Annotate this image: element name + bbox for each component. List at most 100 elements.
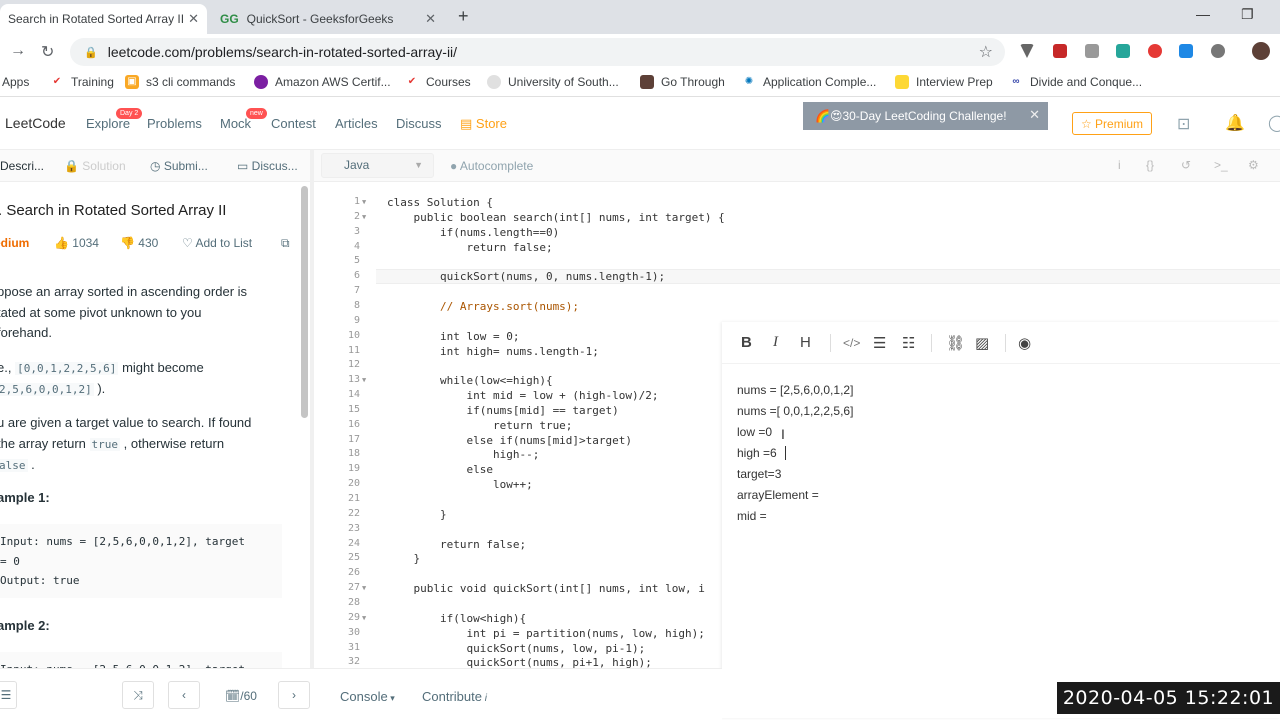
like-button[interactable]: 👍 1034 bbox=[54, 236, 99, 250]
extension-icon[interactable] bbox=[1085, 44, 1099, 58]
console-icon[interactable]: >_ bbox=[1214, 158, 1228, 172]
line-number: 10 bbox=[347, 329, 360, 341]
numbered-list-icon[interactable]: ☷ bbox=[902, 334, 915, 352]
tab-submissions[interactable]: ◷ Submi... bbox=[150, 159, 208, 173]
tab-description[interactable]: Descri... bbox=[0, 159, 44, 173]
challenge-label: 🌈😍30-Day LeetCoding Challenge! bbox=[815, 109, 1007, 123]
code-line: return true; bbox=[387, 418, 573, 432]
italic-button[interactable]: I bbox=[773, 334, 778, 351]
nav-discuss[interactable]: Discuss bbox=[396, 116, 442, 131]
braces-icon[interactable]: {} bbox=[1146, 158, 1154, 172]
bookmark-s3[interactable]: ▣ s3 cli commands bbox=[125, 75, 235, 89]
line-number: 22 bbox=[347, 507, 360, 519]
description-line: 2,5,6,0,0,1,2] ). bbox=[0, 379, 105, 401]
line-number: 15 bbox=[347, 403, 360, 415]
panel-divider[interactable] bbox=[310, 150, 314, 668]
bookmark-apps[interactable]: Apps bbox=[2, 75, 29, 89]
tab-discuss[interactable]: ▭ Discus... bbox=[237, 159, 298, 173]
preview-eye-icon[interactable]: ◉ bbox=[1018, 334, 1031, 352]
new-tab-icon[interactable]: + bbox=[458, 6, 469, 27]
prev-button[interactable]: ‹ bbox=[168, 681, 200, 709]
fold-arrow-icon[interactable]: ▼ bbox=[362, 213, 366, 221]
bookmark-aws[interactable]: Amazon AWS Certif... bbox=[254, 75, 391, 89]
settings-icon[interactable]: ⚙ bbox=[1248, 158, 1259, 172]
console-button[interactable]: Console ▾ bbox=[340, 689, 395, 704]
leetcode-logo[interactable]: LeetCode bbox=[5, 115, 66, 131]
bookmark-divide-conquer[interactable]: ∞ Divide and Conque... bbox=[1009, 75, 1142, 89]
code-icon[interactable]: </> bbox=[843, 336, 860, 350]
dislike-button[interactable]: 👎 430 bbox=[120, 236, 158, 250]
lock-icon: 🔒 bbox=[64, 159, 83, 173]
contribute-button[interactable]: Contribute i bbox=[422, 689, 487, 704]
nav-store[interactable]: ▤ Store bbox=[460, 116, 507, 132]
bookmark-application[interactable]: ✺ Application Comple... bbox=[742, 75, 877, 89]
problems-list-button[interactable]: ☰ bbox=[0, 681, 17, 709]
tab-geeksforgeeks[interactable]: GG QuickSort - GeeksforGeeks ✕ bbox=[212, 4, 444, 34]
bookmark-star-icon[interactable]: ☆ bbox=[979, 42, 993, 62]
notes-panel[interactable]: B I H </> ☰ ☷ ⛓ ▨ ◉ nums = [2,5,6,0,0,1,… bbox=[722, 322, 1280, 718]
extension-icon[interactable] bbox=[1116, 44, 1130, 58]
line-number: 16 bbox=[347, 418, 360, 430]
line-number: 13 bbox=[347, 374, 360, 386]
fold-arrow-icon[interactable]: ▼ bbox=[362, 584, 366, 592]
code-line: return false; bbox=[387, 537, 527, 551]
info-icon[interactable]: i bbox=[1118, 158, 1121, 172]
forward-icon[interactable]: → bbox=[10, 42, 26, 60]
bookmark-label: Interview Prep bbox=[916, 75, 993, 89]
reset-icon[interactable]: ↺ bbox=[1181, 158, 1191, 172]
code-line: quickSort(nums, 0, nums.length-1); bbox=[387, 270, 666, 284]
fold-arrow-icon[interactable]: ▼ bbox=[362, 198, 366, 206]
user-icon[interactable]: ◯ bbox=[1268, 113, 1280, 133]
image-icon[interactable]: ▨ bbox=[975, 334, 989, 352]
description-scrollbar[interactable] bbox=[301, 186, 308, 418]
fold-arrow-icon[interactable]: ▼ bbox=[362, 376, 366, 384]
add-to-list-button[interactable]: ♡ Add to List bbox=[182, 236, 252, 250]
extension-icon[interactable] bbox=[1020, 44, 1034, 58]
tab-solution[interactable]: 🔒 Solution bbox=[64, 159, 126, 173]
bookmark-go-through[interactable]: Go Through bbox=[640, 75, 725, 89]
close-tab-icon[interactable]: ✕ bbox=[425, 11, 436, 27]
bold-button[interactable]: B bbox=[741, 334, 752, 351]
minimize-icon[interactable]: — bbox=[1196, 6, 1210, 22]
close-tab-icon[interactable]: ✕ bbox=[188, 11, 199, 27]
shuffle-button[interactable]: ⤨ bbox=[122, 681, 154, 709]
code-line: int low = 0; bbox=[387, 329, 520, 343]
bookmark-label: Divide and Conque... bbox=[1030, 75, 1143, 89]
restore-icon[interactable]: ❐ bbox=[1241, 6, 1254, 23]
address-bar[interactable]: 🔒 leetcode.com/problems/search-in-rotate… bbox=[70, 38, 1005, 66]
avatar[interactable] bbox=[1252, 42, 1270, 60]
bullet-list-icon[interactable]: ☰ bbox=[873, 334, 886, 352]
opera-icon[interactable] bbox=[1148, 44, 1162, 58]
nav-mock[interactable]: Mock bbox=[220, 116, 251, 131]
tab-solution-label: Solution bbox=[82, 159, 126, 173]
link-icon[interactable]: ⛓ bbox=[946, 334, 965, 352]
extension-icon[interactable] bbox=[1211, 44, 1225, 58]
premium-button[interactable]: ☆ Premium bbox=[1072, 112, 1152, 135]
text-cursor bbox=[785, 446, 786, 460]
extension-icon[interactable] bbox=[1179, 44, 1193, 58]
close-icon[interactable]: ✕ bbox=[1029, 107, 1040, 123]
fold-arrow-icon[interactable]: ▼ bbox=[362, 614, 366, 622]
nav-articles[interactable]: Articles bbox=[335, 116, 378, 131]
bookmark-training[interactable]: ✔ Training bbox=[50, 75, 114, 89]
next-button[interactable]: › bbox=[278, 681, 310, 709]
bookmark-label: Application Comple... bbox=[763, 75, 877, 89]
line-number: 1 bbox=[353, 196, 360, 207]
note-line: nums =[ 0,0,1,2,2,5,6] bbox=[737, 404, 854, 418]
bookmark-courses[interactable]: ✔ Courses bbox=[405, 75, 471, 89]
reload-icon[interactable]: ↻ bbox=[41, 42, 54, 62]
heading-button[interactable]: H bbox=[800, 334, 811, 351]
language-select[interactable]: Java ▼ bbox=[321, 153, 434, 178]
bookmark-interview-prep[interactable]: Interview Prep bbox=[895, 75, 993, 89]
autocomplete-toggle[interactable]: ● Autocomplete bbox=[450, 159, 533, 173]
playground-icon[interactable]: ⊡ bbox=[1177, 114, 1190, 134]
share-icon[interactable]: ⧉ bbox=[281, 236, 290, 251]
bookmark-university[interactable]: University of South... bbox=[487, 75, 619, 89]
tab-discuss-label: Discus... bbox=[251, 159, 298, 173]
tab-leetcode[interactable]: Search in Rotated Sorted Array II ✕ bbox=[0, 4, 207, 34]
nav-contest[interactable]: Contest bbox=[271, 116, 316, 131]
nav-problems[interactable]: Problems bbox=[147, 116, 202, 131]
extension-icon[interactable] bbox=[1053, 44, 1067, 58]
challenge-banner[interactable]: 🌈😍30-Day LeetCoding Challenge! ✕ bbox=[803, 102, 1048, 130]
bell-icon[interactable]: 🔔 bbox=[1225, 113, 1245, 133]
